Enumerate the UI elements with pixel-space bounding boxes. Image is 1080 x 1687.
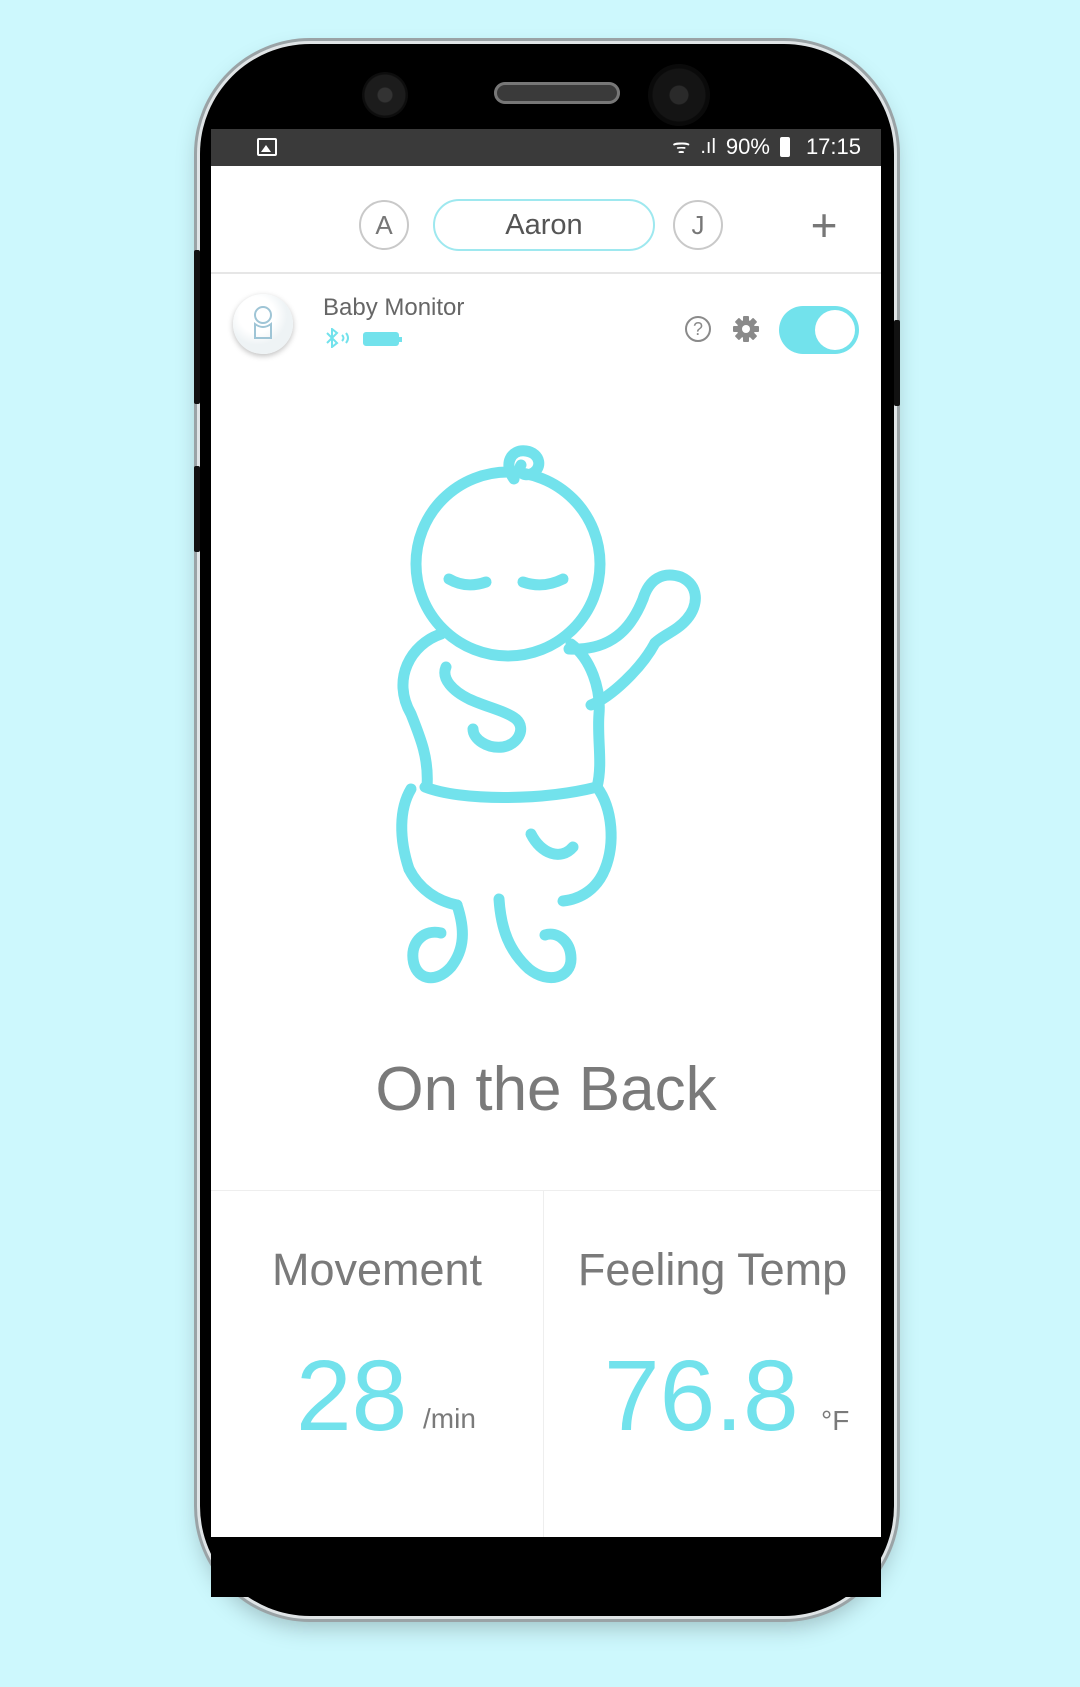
- status-bar: ᯤ .ıl 90% 17:15: [211, 129, 881, 166]
- battery-percent: 90%: [725, 134, 770, 159]
- wifi-icon: ᯤ: [672, 136, 691, 158]
- toggle-knob: [815, 310, 855, 350]
- device-battery-icon: [363, 332, 402, 346]
- baby-on-back-illustration: [396, 445, 701, 984]
- add-profile-button[interactable]: +: [801, 202, 847, 248]
- stats-column-divider: [543, 1191, 544, 1537]
- profile-chip-a[interactable]: A: [359, 200, 409, 250]
- status-indicators: ᯤ .ıl 90% 17:15: [672, 134, 861, 160]
- posture-status: On the Back: [375, 1055, 717, 1124]
- profile-chip-j[interactable]: J: [673, 200, 723, 250]
- device-row: Baby Monitor ?: [211, 274, 881, 384]
- movement-label: Movement: [271, 1244, 483, 1295]
- stats-divider: [211, 1190, 881, 1191]
- device-name: Baby Monitor: [323, 294, 465, 321]
- side-key: [894, 320, 900, 406]
- gear-icon[interactable]: [731, 314, 761, 344]
- feeling-temp-label: Feeling Temp: [577, 1244, 848, 1295]
- monitor-toggle[interactable]: [779, 306, 859, 354]
- app-screen: ᯤ .ıl 90% 17:15 A Aaron J + Baby Monitor: [211, 129, 881, 1537]
- movement-value: 28: [296, 1340, 408, 1452]
- clock: 17:15: [805, 134, 861, 159]
- volume-button: [194, 466, 200, 552]
- front-camera: [362, 72, 408, 118]
- profile-switcher: A Aaron J +: [211, 166, 881, 274]
- gallery-icon: [257, 138, 277, 156]
- device-avatar[interactable]: [233, 294, 293, 354]
- movement-unit: /min: [423, 1403, 476, 1434]
- signal-icon: .ıl: [700, 136, 716, 158]
- bluetooth-icon: [326, 328, 349, 348]
- stage: ᯤ .ıl 90% 17:15 A Aaron J + Baby Monitor: [0, 0, 1080, 1687]
- battery-icon: [779, 137, 790, 157]
- profile-active-aaron[interactable]: Aaron: [433, 199, 655, 251]
- power-button: [194, 250, 200, 404]
- help-icon[interactable]: ?: [685, 316, 711, 342]
- earpiece-speaker: [494, 82, 620, 104]
- front-sensor: [648, 64, 710, 126]
- bottom-bezel: [211, 1537, 881, 1597]
- baby-thumbnail-icon: [254, 306, 272, 339]
- feeling-temp-value: 76.8: [604, 1340, 799, 1452]
- feeling-temp-unit: °F: [821, 1405, 850, 1436]
